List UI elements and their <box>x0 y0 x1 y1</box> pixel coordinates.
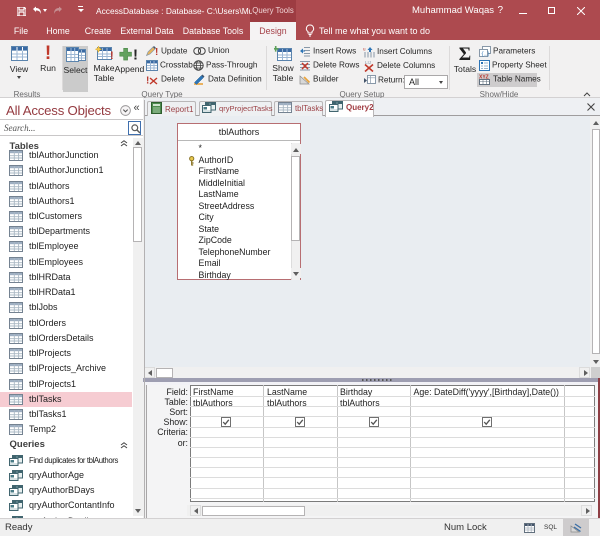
svg-text:!: ! <box>155 47 158 57</box>
svg-text:!: ! <box>146 76 149 86</box>
svg-text:!: ! <box>110 50 114 61</box>
svg-text:u: u <box>363 47 366 52</box>
svg-text:!: ! <box>133 46 138 62</box>
svg-text:{…}: {…} <box>481 52 490 58</box>
